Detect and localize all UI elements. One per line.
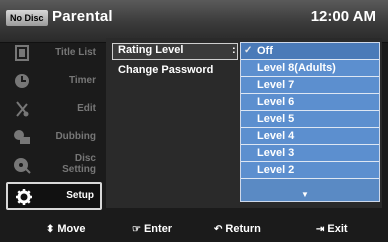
- rating-level-label[interactable]: Rating Level: [118, 44, 183, 56]
- sidebar-item-label: Title List: [55, 47, 96, 58]
- clock: 12:00 AM: [310, 8, 376, 25]
- disc-icon: [12, 155, 32, 175]
- sidebar-item-dubbing[interactable]: Dubbing: [6, 124, 102, 150]
- dropdown-option-level-7[interactable]: Level 7: [241, 77, 379, 94]
- dropdown-option-level-5[interactable]: Level 5: [241, 111, 379, 128]
- parental-setup-screen: No Disc Parental 12:00 AM Title List Tim…: [0, 0, 388, 242]
- rating-level-dropdown[interactable]: ✓ Off Level 8(Adults) Level 7 Level 6 Le…: [240, 42, 380, 202]
- sidebar-item-label: Dubbing: [55, 131, 96, 142]
- enter-icon: ☞: [132, 224, 141, 235]
- exit-icon: ⇥: [316, 224, 325, 235]
- exit-hint: ⇥ Exit: [316, 223, 348, 235]
- no-disc-badge: No Disc: [6, 10, 48, 26]
- footer-hints: ⬍ Move ☞ Enter ↶ Return ⇥ Exit: [0, 216, 388, 242]
- sidebar-item-disc-setting[interactable]: Disc Setting: [6, 152, 102, 178]
- sidebar-item-timer[interactable]: Timer: [6, 68, 102, 94]
- dropdown-option-level-3[interactable]: Level 3: [241, 145, 379, 162]
- up-down-arrow-icon: ⬍: [46, 224, 55, 235]
- sidebar-item-label: Edit: [77, 103, 96, 114]
- sidebar-item-edit[interactable]: Edit: [6, 96, 102, 122]
- enter-hint: ☞ Enter: [132, 223, 173, 235]
- page-title: Parental: [52, 8, 113, 25]
- timer-icon: [12, 71, 32, 91]
- sidebar-item-title-list[interactable]: Title List: [6, 40, 102, 66]
- move-hint: ⬍ Move: [46, 223, 86, 235]
- gear-icon: [14, 187, 34, 207]
- dubbing-icon: [12, 127, 32, 147]
- scissors-icon: [12, 99, 32, 119]
- dropdown-option-level-8[interactable]: Level 8(Adults): [241, 60, 379, 77]
- film-icon: [12, 43, 32, 63]
- return-hint: ↶ Return: [214, 223, 261, 235]
- scroll-down-arrow-icon[interactable]: ▼: [301, 190, 309, 199]
- change-password-label[interactable]: Change Password: [118, 64, 213, 76]
- header-bar: No Disc Parental 12:00 AM: [0, 0, 388, 43]
- dropdown-option-level-2[interactable]: Level 2: [241, 162, 379, 179]
- sidebar-nav: Title List Timer Edit Dubbing Disc Settin…: [6, 38, 102, 210]
- check-icon: ✓: [244, 45, 253, 56]
- rating-level-colon: :: [232, 44, 236, 56]
- sidebar-item-label: Timer: [68, 75, 96, 86]
- sidebar-item-label: Disc Setting: [62, 153, 96, 175]
- dropdown-option-level-4[interactable]: Level 4: [241, 128, 379, 145]
- dropdown-option-level-6[interactable]: Level 6: [241, 94, 379, 111]
- return-icon: ↶: [214, 224, 223, 235]
- sidebar-item-label: Setup: [66, 190, 94, 201]
- sidebar-item-setup[interactable]: Setup: [6, 182, 102, 210]
- dropdown-option-off[interactable]: ✓ Off: [241, 43, 379, 60]
